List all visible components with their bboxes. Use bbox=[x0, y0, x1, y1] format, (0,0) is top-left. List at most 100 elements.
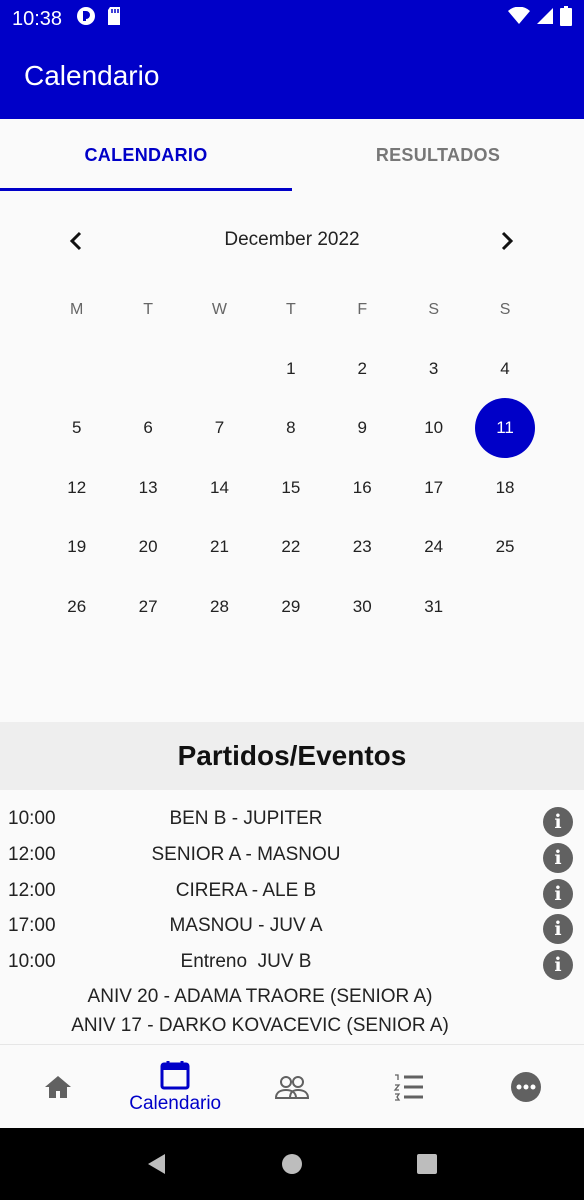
weekday-header: F bbox=[357, 300, 368, 318]
day-number: 20 bbox=[138, 537, 158, 557]
calendar-day[interactable]: 29 bbox=[255, 577, 326, 637]
day-number: 18 bbox=[495, 477, 515, 497]
calendar-day[interactable]: 18 bbox=[469, 458, 540, 518]
day-number: 6 bbox=[143, 418, 153, 438]
weekday-header: S bbox=[428, 300, 439, 318]
calendar-day[interactable]: 4 bbox=[469, 339, 540, 399]
day-number: 17 bbox=[424, 477, 444, 497]
event-time: 17:00 bbox=[8, 915, 56, 937]
event-row: 17:00 MASNOU - JUV A i bbox=[0, 910, 584, 946]
day-number: 2 bbox=[357, 358, 367, 378]
day-number: 19 bbox=[67, 537, 87, 557]
day-number: 5 bbox=[71, 418, 82, 438]
calendar-day[interactable]: 13 bbox=[112, 458, 183, 518]
calendar-day[interactable]: 30 bbox=[327, 577, 398, 637]
next-month-button[interactable] bbox=[491, 225, 523, 257]
calendar-day[interactable]: 8 bbox=[255, 399, 326, 459]
more-icon bbox=[510, 1071, 541, 1102]
event-description: SENIOR A - MASNOU bbox=[151, 843, 341, 865]
day-number: 22 bbox=[281, 537, 301, 557]
day-number: 27 bbox=[138, 596, 158, 616]
weekday-header: T bbox=[285, 300, 296, 318]
calendar-day[interactable]: 28 bbox=[184, 577, 255, 637]
tab-resultados[interactable]: RESULTADOS bbox=[292, 119, 584, 191]
event-row: 10:00 BEN B - JUPITER i bbox=[0, 803, 584, 839]
calendar-day[interactable]: 24 bbox=[398, 518, 469, 578]
event-description: Entreno JUV B bbox=[180, 951, 312, 973]
events-section-title: Partidos/Eventos bbox=[0, 722, 584, 790]
calendar-day[interactable]: 25 bbox=[469, 518, 540, 578]
back-icon[interactable] bbox=[145, 1152, 169, 1176]
empty-cell bbox=[112, 339, 183, 399]
battery-icon bbox=[560, 6, 572, 32]
calendar-day[interactable]: 14 bbox=[184, 458, 255, 518]
event-description: BEN B - JUPITER bbox=[169, 808, 323, 829]
nav-calendario-label: Calendario bbox=[129, 1092, 222, 1114]
event-row: 12:00 SENIOR A - MASNOU i bbox=[0, 839, 584, 875]
day-number: 3 bbox=[428, 358, 439, 378]
calendar-day[interactable]: 17 bbox=[398, 458, 469, 518]
day-number: 9 bbox=[357, 418, 367, 438]
day-number: 25 bbox=[495, 537, 515, 557]
calendar-day[interactable]: 5 bbox=[41, 399, 112, 459]
info-icon[interactable]: i bbox=[543, 878, 573, 909]
day-number: 15 bbox=[281, 477, 301, 497]
event-time: 10:00 bbox=[8, 808, 56, 829]
calendar-day[interactable]: 26 bbox=[41, 577, 112, 637]
empty-cell bbox=[41, 339, 112, 399]
info-icon[interactable]: i bbox=[543, 950, 573, 981]
calendar-day[interactable]: 9 bbox=[327, 399, 398, 459]
info-icon[interactable]: i bbox=[543, 842, 573, 873]
weekday-header: S bbox=[499, 300, 511, 318]
nav-people[interactable] bbox=[234, 1045, 351, 1128]
calendar-day[interactable]: 12 bbox=[41, 458, 112, 518]
home-circle-icon[interactable] bbox=[280, 1152, 304, 1176]
calendar-day[interactable]: 6 bbox=[112, 399, 183, 459]
tab-calendario[interactable]: CALENDARIO bbox=[0, 119, 292, 191]
day-number: 16 bbox=[352, 477, 372, 497]
system-navigation-bar bbox=[0, 1128, 584, 1200]
weekday-header: W bbox=[211, 300, 228, 318]
day-number: 10 bbox=[424, 418, 444, 438]
info-icon[interactable]: i bbox=[543, 807, 573, 837]
signal-icon bbox=[536, 7, 554, 31]
wifi-icon bbox=[508, 6, 530, 31]
status-time: 10:38 bbox=[12, 7, 63, 30]
calendar-day[interactable]: 3 bbox=[398, 339, 469, 399]
nav-more[interactable] bbox=[467, 1045, 584, 1128]
nav-calendario[interactable]: Calendario bbox=[117, 1045, 234, 1128]
calendar-day[interactable]: 10 bbox=[398, 399, 469, 459]
info-icon[interactable]: i bbox=[543, 914, 573, 945]
selected-day[interactable]: 11 bbox=[469, 398, 540, 459]
calendar-day[interactable]: 7 bbox=[184, 399, 255, 459]
calendar-grid: M T W T F S S 1 2 3 4 5 6 7 8 9 10 11 12 13 14 15 16 17 18 19 20 21… bbox=[41, 280, 541, 637]
event-time: 12:00 bbox=[8, 879, 56, 901]
calendar-day[interactable]: 19 bbox=[41, 518, 112, 578]
calendar-day[interactable]: 22 bbox=[255, 518, 326, 578]
calendar-day[interactable]: 1 bbox=[255, 339, 326, 399]
page-title: Calendario bbox=[24, 60, 160, 91]
chevron-right-icon bbox=[501, 231, 514, 251]
calendar-day[interactable]: 27 bbox=[112, 577, 183, 637]
event-time: 10:00 bbox=[8, 951, 56, 973]
home-icon bbox=[45, 1075, 72, 1098]
day-number: 29 bbox=[281, 596, 301, 616]
events-list: 10:00 BEN B - JUPITER i 12:00 SENIOR A -… bbox=[0, 803, 584, 1036]
recents-icon[interactable] bbox=[415, 1152, 439, 1176]
nav-results-list[interactable] bbox=[350, 1045, 467, 1128]
bottom-navigation: Calendario bbox=[0, 1044, 584, 1128]
app-notification-icon bbox=[76, 6, 96, 32]
calendar-day[interactable]: 16 bbox=[327, 458, 398, 518]
ordered-list-icon bbox=[393, 1073, 423, 1101]
day-number: 14 bbox=[210, 477, 229, 497]
calendar-day[interactable]: 21 bbox=[184, 518, 255, 578]
day-number: 30 bbox=[352, 596, 372, 616]
day-number: 13 bbox=[138, 477, 158, 497]
calendar-day[interactable]: 2 bbox=[327, 339, 398, 399]
calendar-day[interactable]: 20 bbox=[112, 518, 183, 578]
calendar-day[interactable]: 23 bbox=[327, 518, 398, 578]
nav-home[interactable] bbox=[0, 1045, 117, 1128]
birthday-text: ANIV 20 - ADAMA TRAORE (SENIOR A) bbox=[87, 986, 433, 1007]
calendar-day[interactable]: 15 bbox=[255, 458, 326, 518]
calendar-day[interactable]: 31 bbox=[398, 577, 469, 637]
